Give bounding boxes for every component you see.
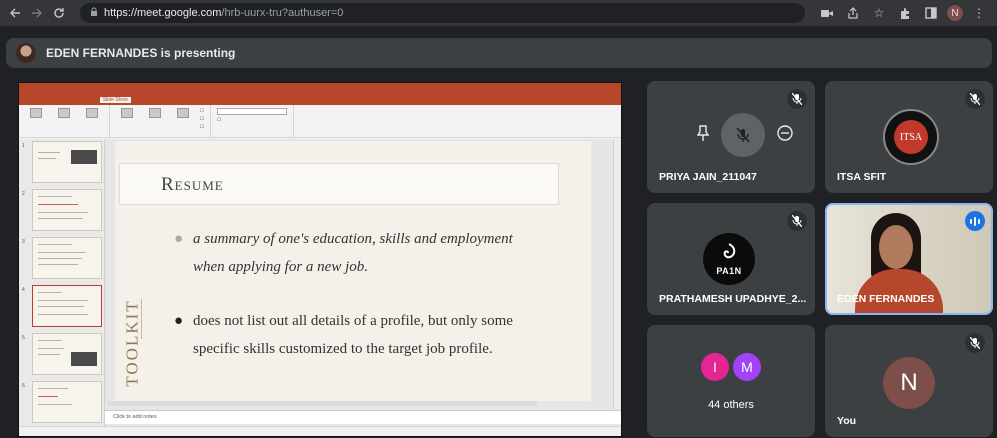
extensions-icon[interactable] xyxy=(895,3,915,23)
slide-thumbnail xyxy=(32,141,102,183)
participant-name: EDEN FERNANDES xyxy=(837,293,935,305)
slide-thumbnail xyxy=(32,189,102,231)
slide-title: Resume xyxy=(161,174,224,195)
slide-thumbnail xyxy=(32,333,102,375)
reload-icon[interactable] xyxy=(48,2,70,24)
vertical-scrollbar xyxy=(613,139,621,409)
pin-icon[interactable] xyxy=(696,124,710,146)
ppt-tab-slideshow: Slide Show xyxy=(99,97,131,103)
slide-thumbnail xyxy=(32,237,102,279)
profile-avatar[interactable]: N xyxy=(947,5,963,21)
audio-level-icon xyxy=(965,211,985,231)
participant-name: ITSA SFIT xyxy=(837,171,887,183)
shared-screen: Slide Show 1 2 3 4 5 xyxy=(18,82,622,437)
camera-icon[interactable] xyxy=(817,3,837,23)
bullet-1: ● a summary of one's education, skills an… xyxy=(174,231,513,275)
current-slide: Resume TOOLKIT ● a summary of one's educa… xyxy=(115,141,591,401)
url-path: /hrb-uurx-tru?authuser=0 xyxy=(221,7,344,19)
back-icon[interactable] xyxy=(4,2,26,24)
ppt-ribbon xyxy=(19,105,621,138)
forward-icon[interactable] xyxy=(26,2,48,24)
participant-tile[interactable]: ITSA ITSA SFIT xyxy=(825,81,993,193)
menu-icon[interactable]: ⋮ xyxy=(969,3,989,23)
participant-name: PRATHAMESH UPADHYE_2... xyxy=(659,293,807,305)
bullet-2: ● does not list out all details of a prof… xyxy=(174,313,513,357)
presenting-text: EDEN FERNANDES is presenting xyxy=(46,46,236,60)
others-count: 44 others xyxy=(708,399,754,411)
horizontal-scrollbar xyxy=(107,401,537,406)
participant-tile[interactable]: PA1N PRATHAMESH UPADHYE_2... xyxy=(647,203,815,315)
pain-logo: PA1N xyxy=(703,233,755,285)
toolkit-label: TOOLKIT xyxy=(122,299,142,387)
mic-off-icon xyxy=(787,211,807,231)
mic-off-icon xyxy=(965,333,985,353)
participant-tile-active-speaker[interactable]: EDEN FERNANDES xyxy=(825,203,993,315)
address-bar[interactable]: https://meet.google.com/hrb-uurx-tru?aut… xyxy=(80,3,805,23)
mic-off-icon xyxy=(787,89,807,109)
lock-icon xyxy=(90,7,98,19)
others-tile[interactable]: I M 44 others xyxy=(647,325,815,437)
url-host: https://meet.google.com xyxy=(104,7,222,19)
mute-participant-button[interactable] xyxy=(721,113,765,157)
participant-name: PRIYA JAIN_211047 xyxy=(659,171,757,183)
mic-off-icon xyxy=(965,89,985,109)
avatar: N xyxy=(883,357,935,409)
avatar: I xyxy=(701,353,729,381)
share-icon[interactable] xyxy=(843,3,863,23)
presenting-banner: EDEN FERNANDES is presenting xyxy=(6,38,992,68)
avatar: M xyxy=(733,353,761,381)
notes-pane: Click to add notes xyxy=(105,410,621,424)
participant-tile[interactable]: PRIYA JAIN_211047 xyxy=(647,81,815,193)
slide-editor: Resume TOOLKIT ● a summary of one's educa… xyxy=(105,139,621,426)
presenter-avatar xyxy=(16,43,36,63)
participant-name: You xyxy=(837,415,857,427)
ppt-status-bar xyxy=(19,426,621,436)
slide-thumbnail xyxy=(32,381,102,423)
bookmark-star-icon[interactable]: ☆ xyxy=(869,3,889,23)
sidebar-icon[interactable] xyxy=(921,3,941,23)
browser-toolbar: https://meet.google.com/hrb-uurx-tru?aut… xyxy=(0,0,997,26)
itsa-logo: ITSA xyxy=(883,109,939,165)
slide-thumbnail-selected xyxy=(32,285,102,327)
ppt-menu-bar: Slide Show xyxy=(19,95,621,105)
slide-thumbnails: 1 2 3 4 5 6 xyxy=(19,139,105,426)
self-tile[interactable]: N You xyxy=(825,325,993,437)
ppt-titlebar xyxy=(19,83,621,95)
remove-icon[interactable] xyxy=(777,124,793,146)
